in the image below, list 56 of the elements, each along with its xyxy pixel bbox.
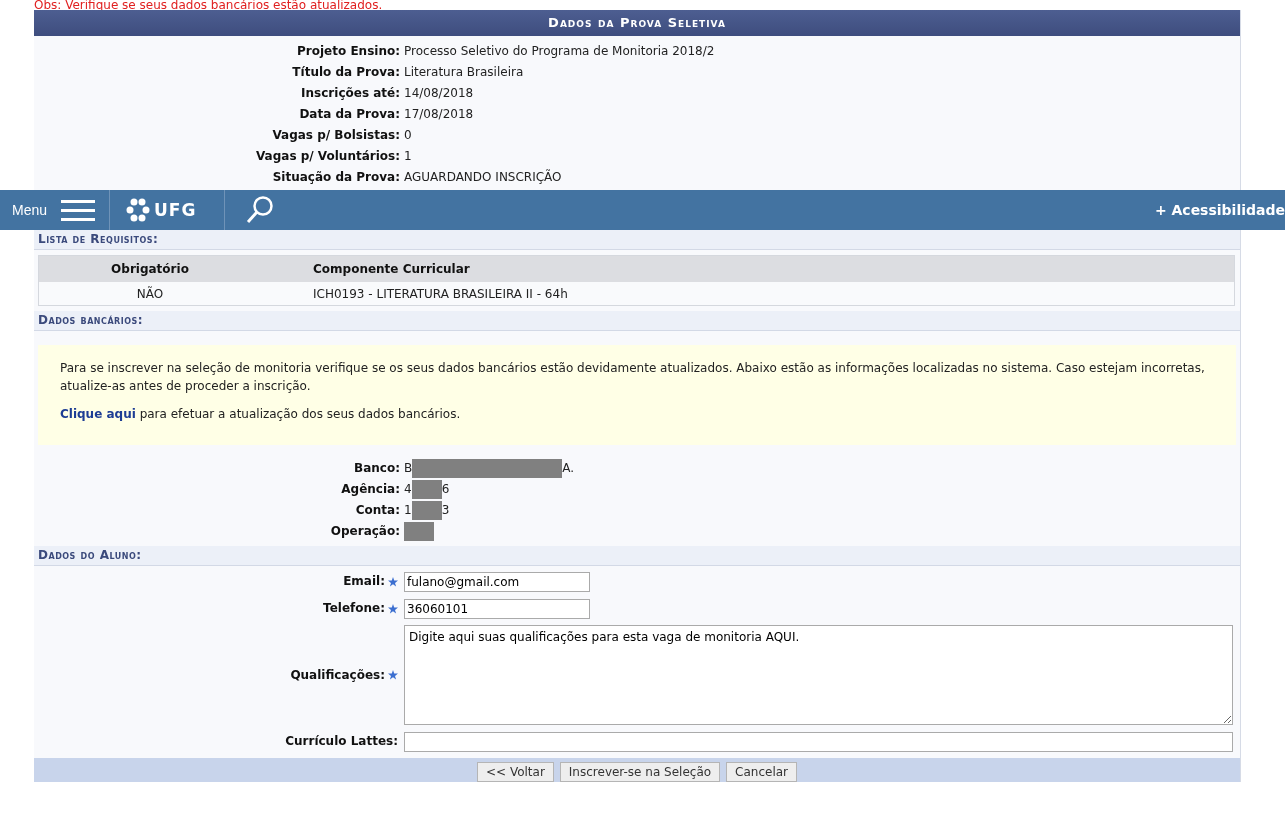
- menu-icon[interactable]: [61, 198, 96, 222]
- field-label: Projeto Ensino:: [296, 43, 401, 60]
- field-label: Agência:: [340, 481, 401, 498]
- field-value: AGUARDANDO INSCRIÇÃO: [404, 168, 563, 186]
- field-label: Qualificações:: [290, 666, 385, 684]
- menu-link[interactable]: Menu: [12, 202, 48, 218]
- section-header: Lista de Requisitos:: [34, 230, 1240, 250]
- field-value: 17/08/2018: [404, 106, 475, 123]
- field-label: Inscrições até:: [300, 85, 401, 102]
- update-link[interactable]: Clique aqui: [60, 407, 136, 421]
- table-cell: NÃO: [38, 282, 261, 306]
- field-value: 1: [404, 502, 412, 519]
- field-value: 0: [404, 127, 413, 144]
- redaction-block: [404, 522, 434, 541]
- input-field[interactable]: [404, 731, 1233, 752]
- field-label: Vagas p/ Voluntários:: [255, 148, 401, 165]
- input-field[interactable]: 36060101: [404, 598, 590, 619]
- input-field[interactable]: fulano@gmail.com: [404, 571, 590, 592]
- accessibility-link[interactable]: + Acessibilidade: [1154, 202, 1285, 218]
- field-value: B: [404, 460, 413, 477]
- field-value: 4: [404, 481, 412, 498]
- field-value: A.: [562, 460, 575, 477]
- form-button[interactable]: Inscrever-se na Seleção: [559, 762, 721, 782]
- field-label: Vagas p/ Bolsistas:: [271, 127, 401, 144]
- field-value: 1: [404, 148, 413, 165]
- field-label: Email:: [343, 573, 385, 590]
- field-label: Situação da Prova:: [271, 169, 401, 186]
- field-label: Operação:: [329, 523, 401, 540]
- field-label: Conta:: [354, 502, 401, 519]
- field-value: 6: [441, 481, 450, 498]
- field-label: Título da Prova:: [291, 64, 401, 81]
- form-button[interactable]: Cancelar: [726, 762, 798, 782]
- redaction-block: [411, 480, 442, 499]
- text-area[interactable]: Digite aqui suas qualificações para esta vaga de monitoria AQUI.: [404, 625, 1233, 725]
- column-header: Obrigatório: [38, 255, 261, 282]
- field-value: 3: [441, 502, 450, 519]
- info-text: para efetuar a atualização dos seus dados bancários.: [138, 407, 461, 421]
- field-value: 14/08/2018: [404, 85, 475, 102]
- logo-icon: [126, 198, 151, 222]
- logo-text[interactable]: UFG: [154, 200, 211, 220]
- column-header: Componente Curricular: [261, 255, 1235, 282]
- section-header: Dados bancários:: [34, 311, 1240, 331]
- form-button[interactable]: << Voltar: [476, 762, 554, 782]
- field-label: Currículo Lattes:: [285, 733, 398, 750]
- search-icon[interactable]: [245, 195, 276, 225]
- field-value: Processo Seletivo do Programa de Monitoria 2018/2: [404, 43, 716, 60]
- info-text: Para se inscrever na seleção de monitoria verifique se os seus dados bancários estão devidamente atualizados. Abaixo estão as informações localizadas no sistema. Caso estejam incorretas, atualize-as antes de proceder a inscrição.: [60, 360, 1206, 395]
- field-label: Telefone:: [323, 600, 385, 617]
- field-label: Data da Prova:: [298, 106, 401, 123]
- notice-text: Obs: Verifique se seus dados bancários estão atualizados.: [34, 0, 384, 10]
- section-title-bar: Dados da Prova Seletiva: [34, 10, 1240, 36]
- table-cell: ICH0193 - LITERATURA BRASILEIRA II - 64h: [261, 282, 1235, 306]
- section-header: Dados do Aluno:: [34, 546, 1240, 566]
- field-label: Banco:: [353, 460, 401, 477]
- redaction-block: [411, 501, 442, 520]
- field-value: Literatura Brasileira: [404, 64, 525, 81]
